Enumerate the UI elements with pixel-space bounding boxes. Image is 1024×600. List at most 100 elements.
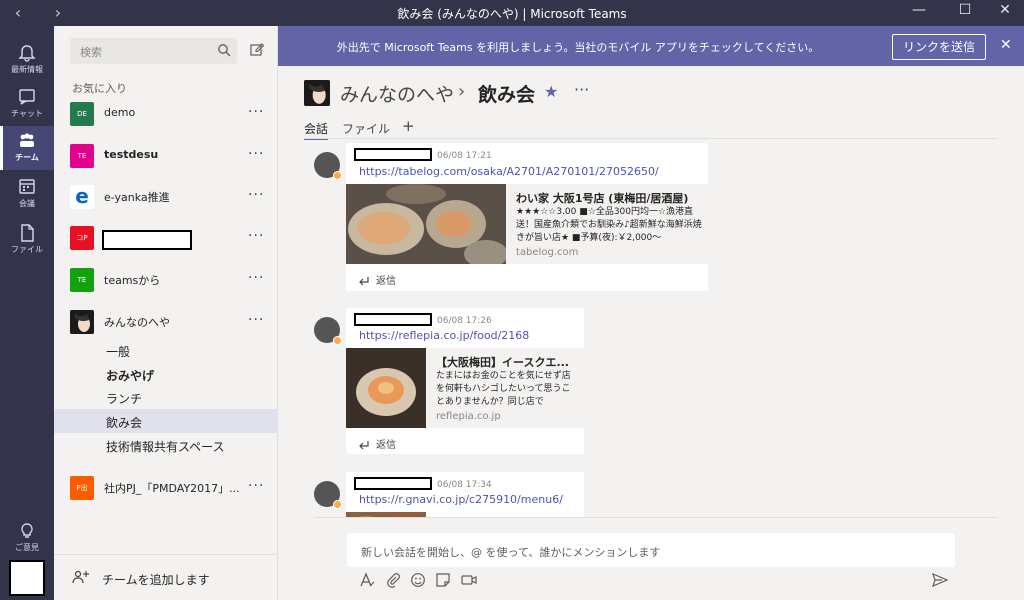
search-input[interactable]: 検索 (70, 38, 237, 64)
reply-button[interactable]: 返信 (358, 272, 396, 287)
team-name: teamsから (104, 274, 161, 287)
sender-avatar (314, 152, 342, 180)
rail-item-chat[interactable]: チャット (0, 82, 54, 126)
message-card: 06/08 17:26 https://reflepia.co.jp/food/… (346, 308, 584, 454)
send-icon[interactable] (932, 572, 948, 588)
reply-icon (359, 277, 369, 286)
breadcrumb-chevron-icon: › (458, 81, 466, 102)
compose-icon[interactable] (250, 42, 264, 56)
channel-name: ランチ (106, 392, 143, 406)
message-list: 06/08 17:21 https://tabelog.com/osaka/A2… (278, 140, 998, 518)
tab-conversations[interactable]: 会話 (304, 120, 329, 140)
rail-item-teams[interactable]: チーム (0, 126, 54, 170)
minimize-button[interactable]: — (904, 2, 934, 18)
message-timestamp: 06/08 17:26 (437, 316, 492, 326)
chat-icon (19, 89, 35, 105)
team-more-button[interactable]: ··· (248, 270, 264, 286)
rail-item-files[interactable]: ファイル (0, 218, 54, 262)
send-link-button[interactable]: リンクを送信 (892, 34, 986, 60)
team-more-button[interactable]: ··· (248, 312, 264, 328)
channel-name: 技術情報共有スペース (106, 440, 225, 454)
rail-item-label: チーム (15, 153, 39, 162)
team-avatar: TE (70, 144, 94, 168)
reply-button[interactable]: 返信 (358, 436, 396, 451)
meet-now-icon[interactable] (461, 572, 477, 588)
rail-item-activity[interactable]: 最新情報 (0, 38, 54, 82)
banner-message: 外出先で Microsoft Teams を利用しましょう。当社のモバイル アプ… (336, 41, 820, 54)
close-window-button[interactable]: ✕ (990, 2, 1020, 18)
message-link[interactable]: https://reflepia.co.jp/food/2168 (359, 329, 529, 342)
window-title: 飲み会 (みんなのへや) | Microsoft Teams (397, 7, 627, 21)
channel-item-ippan[interactable]: 一般 (54, 338, 278, 362)
header-team-name[interactable]: みんなのへや (340, 80, 454, 107)
add-team-button[interactable]: チームを追加します (54, 554, 278, 600)
favorite-star-icon[interactable]: ★ (544, 82, 558, 101)
presence-away-icon (333, 500, 342, 509)
sticker-icon[interactable] (435, 572, 451, 588)
compose-placeholder: 新しい会話を開始し、@ を使って、誰かにメンションします (361, 546, 661, 559)
channel-item-lunch[interactable]: ランチ (54, 385, 278, 409)
channel-item-omiyage[interactable]: おみやげ (54, 362, 278, 386)
message-timestamp: 06/08 17:34 (437, 480, 492, 490)
team-avatar: TE (70, 268, 94, 292)
title-bar: ‹ › 飲み会 (みんなのへや) | Microsoft Teams — ☐ ✕ (0, 0, 1024, 26)
team-item-pmday[interactable]: P出 社内PJ_「PMDAY2017」... ··· (54, 468, 278, 508)
add-people-icon (72, 570, 89, 584)
link-preview-card[interactable]: 【大阪梅田】イースクエ... たまにはお金のことを気にせず店を何軒もハシゴしたい… (346, 348, 584, 428)
channel-header: みんなのへや › 飲み会 ★ ··· 会話 ファイル + (278, 66, 1024, 140)
message-card: 06/08 17:34 https://r.gnavi.co.jp/c27591… (346, 472, 584, 518)
rail-item-label: ファイル (11, 245, 43, 254)
team-avatar-ie-logo: e (70, 185, 94, 209)
team-more-button[interactable]: ··· (248, 146, 264, 162)
channel-name: 飲み会 (106, 416, 143, 430)
add-tab-button[interactable]: + (402, 117, 415, 135)
channel-more-button[interactable]: ··· (574, 80, 589, 99)
preview-title: 【大阪梅田】イースクエ... (436, 356, 569, 369)
team-item-e-yanka[interactable]: e e-yanka推進 ··· (54, 177, 278, 217)
reply-label: 返信 (376, 276, 396, 287)
message-link[interactable]: https://r.gnavi.co.jp/c275910/menu6/ (359, 493, 563, 506)
team-more-button[interactable]: ··· (248, 104, 264, 120)
add-team-label: チームを追加します (102, 573, 210, 587)
channel-item-nomikai[interactable]: 飲み会 (54, 409, 278, 433)
sender-avatar (314, 317, 342, 345)
search-icon (218, 44, 231, 57)
reply-icon (359, 441, 369, 450)
message-link[interactable]: https://tabelog.com/osaka/A2701/A270101/… (359, 165, 659, 178)
team-avatar: コP (70, 226, 94, 250)
rail-item-label: 会議 (19, 199, 35, 208)
team-item-redacted[interactable]: コP ··· (54, 218, 278, 258)
teams-icon (20, 133, 34, 147)
rail-item-label: チャット (11, 109, 43, 118)
preview-domain: reflepia.co.jp (436, 411, 501, 422)
team-item-minnanoheya[interactable]: みんなのへや ··· (54, 302, 278, 342)
maximize-button[interactable]: ☐ (950, 2, 980, 18)
new-conversation-input[interactable]: 新しい会話を開始し、@ を使って、誰かにメンションします (347, 533, 955, 567)
rail-item-meetings[interactable]: 会議 (0, 172, 54, 216)
lightbulb-icon (21, 523, 33, 538)
user-avatar[interactable] (9, 560, 45, 596)
preview-description: たまにはお金のことを気にせず店を何軒もハシゴしたいって思うことありませんか？同じ… (436, 371, 571, 407)
banner-close-button[interactable]: ✕ (1000, 37, 1012, 53)
teams-list-pane: 検索 お気に入り DE demo ··· TE testdesu ··· e e… (54, 26, 278, 600)
rail-item-feedback[interactable]: ご意見 (0, 516, 54, 560)
team-name: 社内PJ_「PMDAY2017」... (104, 482, 240, 495)
redacted-sender-name (354, 313, 432, 326)
team-avatar-image (70, 310, 94, 334)
team-avatar-image (304, 80, 330, 106)
app-rail: 最新情報 チャット チーム 会議 ファイル ご意見 (0, 26, 54, 600)
format-icon[interactable] (359, 572, 375, 588)
channel-item-tech-share[interactable]: 技術情報共有スペース (54, 433, 278, 457)
link-preview-card[interactable]: わい家 大阪1号店 (東梅田/居酒屋) ★★★☆☆3.00 ■☆全品300円均一… (346, 184, 708, 264)
team-item-testdesu[interactable]: TE testdesu ··· (54, 136, 278, 176)
emoji-icon[interactable] (410, 572, 426, 588)
team-item-demo[interactable]: DE demo ··· (54, 94, 278, 134)
mobile-app-banner: 外出先で Microsoft Teams を利用しましょう。当社のモバイル アプ… (278, 26, 1024, 66)
attach-icon[interactable] (385, 572, 401, 588)
team-item-teamskara[interactable]: TE teamsから ··· (54, 260, 278, 300)
team-more-button[interactable]: ··· (248, 187, 264, 203)
team-more-button[interactable]: ··· (248, 228, 264, 244)
team-more-button[interactable]: ··· (248, 478, 264, 494)
tab-files[interactable]: ファイル (342, 120, 390, 137)
redacted-team-name (102, 230, 192, 250)
